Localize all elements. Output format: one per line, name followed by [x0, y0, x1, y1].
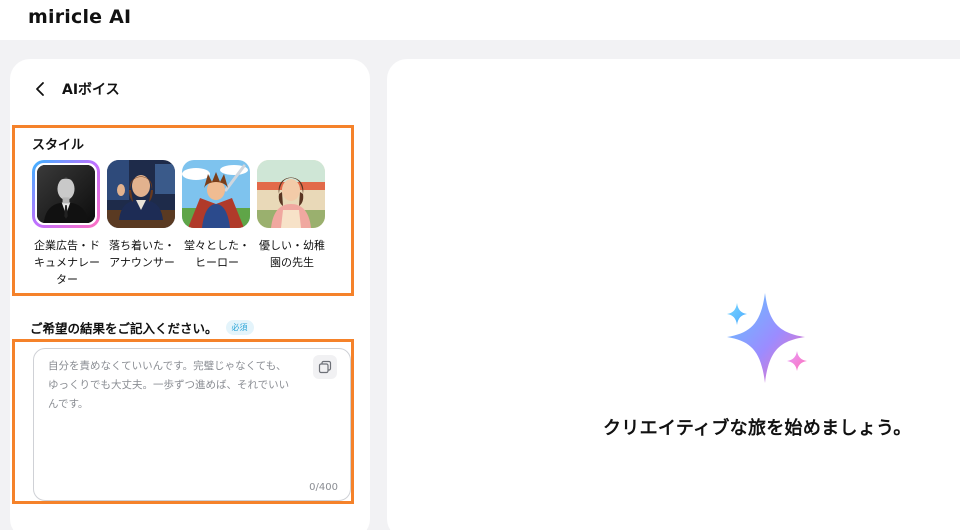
- style-thumbnail: [182, 160, 250, 228]
- panel-header: AIボイス: [32, 79, 120, 99]
- style-caption: 落ち着いた・アナウンサー: [109, 239, 175, 269]
- style-thumbnail: [107, 160, 175, 228]
- panel-title: AIボイス: [62, 82, 120, 98]
- description-section: 自分を責めなくていいんです。完璧じゃなくても、ゆっくりでも大丈夫。一歩ずつ進めば…: [12, 339, 354, 504]
- style-option-announcer[interactable]: 落ち着いた・アナウンサー: [107, 160, 177, 271]
- empty-state-message: クリエイティブな旅を始めましょう。: [603, 418, 912, 439]
- sparkle-icon: [727, 293, 807, 383]
- style-caption: 優しい・幼稚園の先生: [259, 239, 325, 269]
- chevron-left-icon[interactable]: [32, 80, 50, 98]
- style-caption: 企業広告・ドキュメナレーター: [34, 239, 100, 286]
- style-option-corporate-narrator[interactable]: 企業広告・ドキュメナレーター: [32, 160, 102, 288]
- description-text: 自分を責めなくていいんです。完璧じゃなくても、ゆっくりでも大丈夫。一歩ずつ進めば…: [48, 360, 290, 410]
- style-caption: 堂々とした・ヒーロー: [184, 239, 250, 269]
- required-badge: 必須: [225, 320, 254, 335]
- top-bar: miricle AI: [0, 0, 960, 40]
- style-thumbnail: [32, 160, 100, 228]
- description-textarea[interactable]: 自分を責めなくていいんです。完璧じゃなくても、ゆっくりでも大丈夫。一歩ずつ進めば…: [33, 348, 351, 501]
- copy-icon[interactable]: [313, 355, 337, 379]
- character-counter: 0/400: [309, 482, 338, 493]
- style-thumbnail: [257, 160, 325, 228]
- settings-panel: AIボイス スタイル 企業広告・ドキュメナレーター 落ち着いた・アナウンサー 堂…: [10, 59, 370, 530]
- description-label: ご希望の結果をご記入ください。: [30, 321, 218, 336]
- style-label: スタイル: [32, 138, 85, 153]
- style-option-kindergarten-teacher[interactable]: 優しい・幼稚園の先生: [257, 160, 327, 271]
- description-label-row: ご希望の結果をご記入ください。 必須: [30, 318, 254, 337]
- style-option-hero[interactable]: 堂々とした・ヒーロー: [182, 160, 252, 271]
- app-logo[interactable]: miricle AI: [28, 6, 131, 28]
- output-panel: クリエイティブな旅を始めましょう。: [387, 59, 960, 530]
- style-section: スタイル 企業広告・ドキュメナレーター 落ち着いた・アナウンサー 堂々とした・ヒ…: [12, 125, 354, 296]
